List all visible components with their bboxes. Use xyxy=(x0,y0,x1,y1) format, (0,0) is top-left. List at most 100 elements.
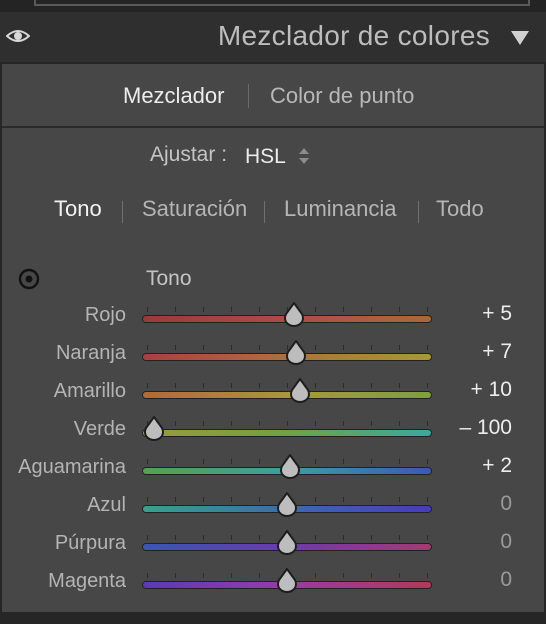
slider-thumb[interactable] xyxy=(276,568,298,594)
slider-value[interactable]: 0 xyxy=(500,568,512,592)
slider-tick xyxy=(343,459,344,464)
slider-value[interactable]: – 100 xyxy=(459,416,512,440)
slider-tick xyxy=(427,459,428,464)
slider-track[interactable] xyxy=(143,430,431,436)
slider-ticks xyxy=(143,383,431,391)
slider-tick xyxy=(147,535,148,540)
hue-slider[interactable] xyxy=(143,378,431,410)
slider-tick xyxy=(175,459,176,464)
hue-slider[interactable] xyxy=(143,340,431,372)
slider-tick xyxy=(259,459,260,464)
slider-tick xyxy=(371,497,372,502)
slider-tick xyxy=(371,459,372,464)
slider-label: Amarillo xyxy=(53,380,126,402)
slider-tick xyxy=(315,459,316,464)
slider-value[interactable]: + 7 xyxy=(482,340,512,364)
slider-tick xyxy=(147,497,148,502)
slider-row-aguamarina: Aguamarina + 2 xyxy=(0,454,546,492)
slider-thumb[interactable] xyxy=(289,378,311,404)
slider-tick xyxy=(315,497,316,502)
tab-separator xyxy=(264,201,265,223)
slider-tick xyxy=(175,421,176,426)
hue-slider[interactable] xyxy=(143,492,431,524)
tab-tono[interactable]: Tono xyxy=(54,196,102,222)
slider-tick xyxy=(231,383,232,388)
slider-value[interactable]: 0 xyxy=(500,530,512,554)
slider-tick xyxy=(343,383,344,388)
slider-thumb[interactable] xyxy=(285,340,307,366)
slider-tick xyxy=(203,535,204,540)
slider-value[interactable]: + 2 xyxy=(482,454,512,478)
slider-tick xyxy=(343,421,344,426)
slider-tick xyxy=(259,535,260,540)
slider-tick xyxy=(343,573,344,578)
slider-tick xyxy=(175,383,176,388)
slider-tick xyxy=(203,497,204,502)
target-adjust-icon[interactable] xyxy=(18,268,40,290)
slider-tick xyxy=(315,345,316,350)
slider-tick xyxy=(427,497,428,502)
slider-tick xyxy=(399,459,400,464)
slider-tick xyxy=(399,345,400,350)
slider-tick xyxy=(231,307,232,312)
slider-thumb[interactable] xyxy=(279,454,301,480)
slider-tick xyxy=(399,307,400,312)
slider-thumb[interactable] xyxy=(143,416,165,442)
slider-row-azul: Azul 0 xyxy=(0,492,546,530)
slider-tick xyxy=(175,535,176,540)
slider-label: Púrpura xyxy=(54,532,126,554)
slider-tick xyxy=(231,421,232,426)
slider-tick xyxy=(147,573,148,578)
slider-tick xyxy=(371,535,372,540)
slider-thumb[interactable] xyxy=(283,302,305,328)
slider-tick xyxy=(147,345,148,350)
slider-tick xyxy=(203,573,204,578)
hue-slider[interactable] xyxy=(143,568,431,600)
tab-separator xyxy=(418,201,419,223)
slider-thumb[interactable] xyxy=(276,492,298,518)
slider-tick xyxy=(287,383,288,388)
slider-tick xyxy=(203,421,204,426)
slider-tick xyxy=(259,307,260,312)
slider-tick xyxy=(371,573,372,578)
slider-tick xyxy=(287,421,288,426)
slider-thumb[interactable] xyxy=(276,530,298,556)
panel-bottom-edge xyxy=(0,612,546,624)
hue-slider[interactable] xyxy=(143,454,431,486)
slider-tick xyxy=(259,497,260,502)
hue-slider[interactable] xyxy=(143,302,431,334)
slider-tick xyxy=(427,345,428,350)
slider-tick xyxy=(399,383,400,388)
adjust-select[interactable]: HSL xyxy=(245,145,286,169)
hue-slider[interactable] xyxy=(143,416,431,448)
hue-slider[interactable] xyxy=(143,530,431,562)
slider-tick xyxy=(315,535,316,540)
slider-tick xyxy=(175,307,176,312)
tab-todo[interactable]: Todo xyxy=(436,196,484,222)
slider-ticks xyxy=(143,421,431,429)
slider-label: Aguamarina xyxy=(18,456,126,478)
slider-tick xyxy=(427,307,428,312)
slider-tick xyxy=(371,307,372,312)
slider-tick xyxy=(259,383,260,388)
slider-value[interactable]: 0 xyxy=(500,492,512,516)
up-down-arrows-icon[interactable] xyxy=(298,147,310,165)
slider-tick xyxy=(427,573,428,578)
slider-row-naranja: Naranja + 7 xyxy=(0,340,546,378)
slider-label: Verde xyxy=(73,418,126,440)
slider-tick xyxy=(399,573,400,578)
slider-value[interactable]: + 5 xyxy=(482,302,512,326)
slider-label: Magenta xyxy=(48,570,126,592)
tab-saturacion[interactable]: Saturación xyxy=(142,196,247,222)
slider-tick xyxy=(315,421,316,426)
slider-track[interactable] xyxy=(143,392,431,398)
slider-tick xyxy=(259,421,260,426)
slider-row-rojo: Rojo + 5 xyxy=(0,302,546,340)
slider-value[interactable]: + 10 xyxy=(471,378,512,402)
slider-tick xyxy=(371,345,372,350)
slider-tick xyxy=(427,421,428,426)
slider-tick xyxy=(399,421,400,426)
slider-tick xyxy=(175,345,176,350)
tab-separator xyxy=(122,201,123,223)
tab-luminancia[interactable]: Luminancia xyxy=(284,196,397,222)
